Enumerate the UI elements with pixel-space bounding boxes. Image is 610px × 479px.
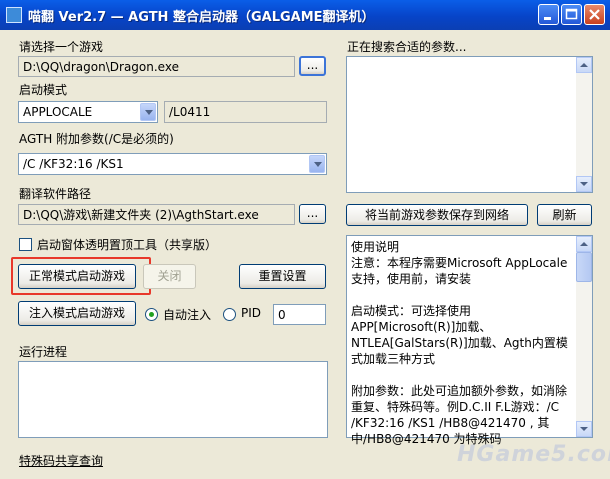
transparent-tool-label: 启动窗体透明置顶工具（共享版） [37, 238, 218, 252]
search-results-list[interactable] [346, 56, 593, 193]
close-icon [589, 9, 600, 20]
scroll-up-arrow-icon[interactable] [576, 236, 592, 252]
scroll-up-arrow-icon[interactable] [576, 57, 592, 73]
auto-inject-radio[interactable] [145, 308, 158, 321]
help-textbox[interactable]: 使用说明 注意：本程序需要Microsoft AppLocale支持，使用前，请… [346, 235, 593, 446]
app-icon [6, 7, 22, 23]
transparent-tool-checkbox[interactable] [19, 238, 32, 251]
translator-label: 翻译软件路径 [19, 187, 92, 201]
scroll-thumb[interactable] [576, 252, 592, 282]
mode-select[interactable]: APPLOCALE [18, 101, 158, 123]
agth-params-value: /C /KF32:16 /KS1 [23, 157, 124, 171]
minimize-button[interactable] [538, 4, 559, 25]
help-text: 使用说明 注意：本程序需要Microsoft AppLocale支持，使用前，请… [351, 240, 568, 446]
process-list[interactable] [18, 361, 328, 438]
maximize-icon [565, 8, 578, 20]
chevron-down-icon[interactable] [309, 155, 325, 173]
process-label: 运行进程 [19, 345, 68, 359]
normal-launch-button[interactable]: 正常模式启动游戏 [18, 264, 136, 289]
reset-settings-button[interactable]: 重置设置 [239, 264, 326, 289]
browse-translator-button[interactable]: ... [299, 204, 326, 224]
help-scrollbar[interactable] [576, 236, 592, 437]
minimize-icon [544, 17, 551, 20]
pid-label: PID [241, 306, 262, 320]
close-window-button[interactable] [584, 4, 605, 25]
watermark: HGame5.com [457, 442, 610, 467]
auto-inject-label: 自动注入 [163, 308, 212, 322]
close-button[interactable]: 关闭 [143, 264, 196, 289]
maximize-button[interactable] [561, 4, 582, 25]
save-params-button[interactable]: 将当前游戏参数保存到网络 [346, 204, 528, 226]
mode-label: 启动模式 [19, 83, 68, 97]
search-label: 正在搜索合适的参数... [347, 40, 467, 54]
title-bar: 喵翻 Ver2.7 — AGTH 整合启动器（GALGAME翻译机） [0, 0, 610, 30]
agth-label: AGTH 附加参数(/C是必须的) [19, 132, 174, 146]
locale-code-field[interactable]: /L0411 [164, 101, 327, 123]
refresh-button[interactable]: 刷新 [537, 204, 592, 226]
scroll-down-arrow-icon[interactable] [576, 421, 592, 437]
translator-path-field[interactable]: D:\QQ\游戏\新建文件夹 (2)\AgthStart.exe [18, 204, 295, 225]
agth-params-select[interactable]: /C /KF32:16 /KS1 [18, 153, 327, 175]
browse-game-button[interactable]: ... [299, 56, 326, 76]
chevron-down-icon[interactable] [140, 103, 156, 121]
game-label: 请选择一个游戏 [19, 40, 104, 54]
mode-selected-value: APPLOCALE [23, 105, 93, 119]
pid-input[interactable]: 0 [273, 304, 326, 325]
radio-selected-dot [149, 312, 154, 317]
code-query-link[interactable]: 特殊码共享查询 [19, 452, 103, 469]
search-scrollbar[interactable] [576, 57, 592, 192]
scroll-down-arrow-icon[interactable] [576, 176, 592, 192]
inject-launch-button[interactable]: 注入模式启动游戏 [18, 301, 136, 326]
window-title: 喵翻 Ver2.7 — AGTH 整合启动器（GALGAME翻译机） [28, 10, 375, 25]
pid-radio[interactable] [223, 308, 236, 321]
game-path-field[interactable]: D:\QQ\dragon\Dragon.exe [18, 56, 295, 77]
